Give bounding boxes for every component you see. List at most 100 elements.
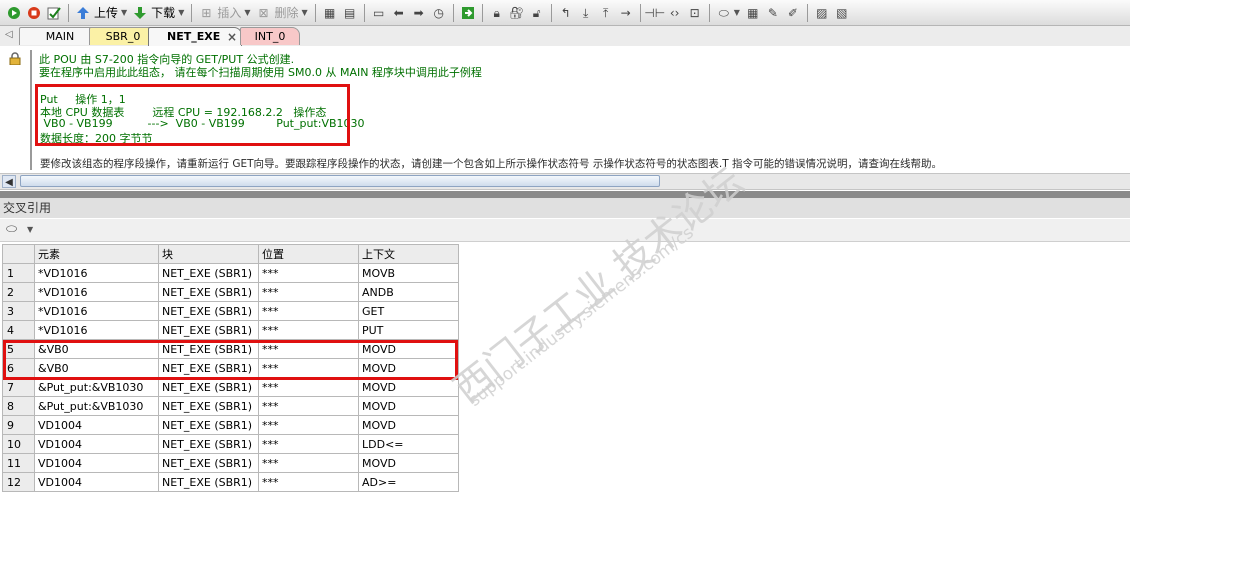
scroll-left-arrow-icon[interactable]: ◀ — [2, 175, 16, 188]
column-header-element[interactable]: 元素 — [34, 244, 159, 264]
row-index[interactable]: 3 — [2, 301, 35, 321]
box-icon[interactable]: ⊡ — [687, 5, 703, 21]
network-edit-icon[interactable]: ▤ — [342, 5, 358, 21]
element-cell[interactable]: *VD1016 — [34, 282, 159, 302]
upload-button[interactable]: 上传 — [94, 4, 118, 21]
location-cell[interactable]: *** — [258, 415, 359, 435]
symbol-table-icon[interactable]: ▦ — [745, 5, 761, 21]
context-cell[interactable]: GET — [358, 301, 459, 321]
comment-dropdown-icon[interactable]: ▼ — [734, 8, 740, 17]
table-row[interactable]: 12 VD1004 NET_EXE (SBR1) *** AD>= — [2, 472, 459, 492]
stop-icon[interactable] — [26, 5, 42, 21]
edit-icon[interactable]: ✎ — [765, 5, 781, 21]
branch-up-icon[interactable]: ↰ — [558, 5, 574, 21]
location-cell[interactable]: *** — [258, 434, 359, 454]
lock-all-icon[interactable]: 🔐︎ — [509, 5, 525, 21]
table-row[interactable]: 7 &Put_put:&VB1030 NET_EXE (SBR1) *** MOVD — [2, 377, 459, 397]
location-cell[interactable]: *** — [258, 377, 359, 397]
block-cell[interactable]: NET_EXE (SBR1) — [158, 396, 259, 416]
element-cell[interactable]: &Put_put:&VB1030 — [34, 396, 159, 416]
contact-icon[interactable]: ⊣⊢ — [644, 5, 665, 21]
editor-horizontal-scrollbar[interactable]: ◀ — [0, 173, 1130, 190]
element-cell[interactable]: *VD1016 — [34, 263, 159, 283]
download-button[interactable]: 下载 — [151, 4, 175, 21]
rectangle-icon[interactable]: ▭ — [371, 5, 387, 21]
block-cell[interactable]: NET_EXE (SBR1) — [158, 320, 259, 340]
block-cell[interactable]: NET_EXE (SBR1) — [158, 377, 259, 397]
element-cell[interactable]: &Put_put:&VB1030 — [34, 377, 159, 397]
unlock-icon[interactable]: 🔓︎ — [529, 5, 545, 21]
block-cell[interactable]: NET_EXE (SBR1) — [158, 263, 259, 283]
row-index[interactable]: 12 — [2, 472, 35, 492]
context-cell[interactable]: MOVD — [358, 415, 459, 435]
tab-scroll-left-icon[interactable]: ◁ — [5, 29, 13, 40]
upload-icon[interactable] — [75, 5, 91, 21]
table-row[interactable]: 1 *VD1016 NET_EXE (SBR1) *** MOVB — [2, 263, 459, 283]
view-dropdown-icon[interactable]: ▼ — [27, 225, 33, 234]
row-index[interactable]: 4 — [2, 320, 35, 340]
branch-down-icon[interactable]: ⤓ — [578, 5, 594, 21]
element-cell[interactable]: VD1004 — [34, 472, 159, 492]
context-cell[interactable]: PUT — [358, 320, 459, 340]
clock-icon[interactable]: ◷ — [431, 5, 447, 21]
context-cell[interactable]: MOVB — [358, 263, 459, 283]
comment-icon[interactable]: ⬭ — [716, 5, 732, 21]
row-index[interactable]: 11 — [2, 453, 35, 473]
pane-splitter[interactable] — [0, 191, 1130, 198]
export-icon[interactable] — [460, 5, 476, 21]
insert-button[interactable]: 插入 — [217, 4, 241, 21]
table-row[interactable]: 9 VD1004 NET_EXE (SBR1) *** MOVD — [2, 415, 459, 435]
coil-icon[interactable]: ‹› — [667, 5, 683, 21]
table-row[interactable]: 4 *VD1016 NET_EXE (SBR1) *** PUT — [2, 320, 459, 340]
row-index[interactable]: 9 — [2, 415, 35, 435]
table-row[interactable]: 3 *VD1016 NET_EXE (SBR1) *** GET — [2, 301, 459, 321]
scroll-thumb[interactable] — [20, 175, 660, 187]
branch-line-icon[interactable]: ⤒ — [598, 5, 614, 21]
table-row[interactable]: 11 VD1004 NET_EXE (SBR1) *** MOVD — [2, 453, 459, 473]
delete-button[interactable]: 删除 — [275, 4, 299, 21]
row-index[interactable]: 1 — [2, 263, 35, 283]
location-cell[interactable]: *** — [258, 453, 359, 473]
location-cell[interactable]: *** — [258, 320, 359, 340]
edit-symbol-icon[interactable]: ✐ — [785, 5, 801, 21]
program-editor[interactable]: 此 POU 由 S7-200 指令向导的 GET/PUT 公式创建. 要在程序中… — [0, 46, 1130, 173]
insert-icon[interactable]: ⊞ — [198, 5, 214, 21]
back-icon[interactable]: ⬅ — [391, 5, 407, 21]
block-cell[interactable]: NET_EXE (SBR1) — [158, 434, 259, 454]
column-header-context[interactable]: 上下文 — [358, 244, 459, 264]
tab-int-0[interactable]: INT_0 — [240, 27, 300, 45]
lock-icon[interactable]: 🔒︎ — [489, 5, 505, 21]
close-icon[interactable]: × — [227, 28, 237, 46]
location-cell[interactable]: *** — [258, 282, 359, 302]
element-cell[interactable]: *VD1016 — [34, 301, 159, 321]
tab-net-exe[interactable]: NET_EXE × — [148, 27, 242, 46]
table-row[interactable]: 2 *VD1016 NET_EXE (SBR1) *** ANDB — [2, 282, 459, 302]
location-cell[interactable]: *** — [258, 301, 359, 321]
element-cell[interactable]: VD1004 — [34, 434, 159, 454]
element-cell[interactable]: VD1004 — [34, 453, 159, 473]
compile-icon[interactable] — [46, 5, 62, 21]
download-dropdown-icon[interactable]: ▼ — [178, 8, 184, 17]
table-row[interactable]: 10 VD1004 NET_EXE (SBR1) *** LDD<= — [2, 434, 459, 454]
block-cell[interactable]: NET_EXE (SBR1) — [158, 282, 259, 302]
row-index[interactable]: 10 — [2, 434, 35, 454]
element-cell[interactable]: *VD1016 — [34, 320, 159, 340]
table-row[interactable]: 8 &Put_put:&VB1030 NET_EXE (SBR1) *** MOVD — [2, 396, 459, 416]
column-header-location[interactable]: 位置 — [258, 244, 359, 264]
network-icon[interactable]: ▦ — [322, 5, 338, 21]
context-cell[interactable]: AD>= — [358, 472, 459, 492]
block-cell[interactable]: NET_EXE (SBR1) — [158, 472, 259, 492]
delete-icon[interactable]: ⊠ — [256, 5, 272, 21]
run-icon[interactable] — [6, 5, 22, 21]
row-index[interactable]: 7 — [2, 377, 35, 397]
tab-sbr-0[interactable]: SBR_0 — [89, 27, 157, 45]
insert-dropdown-icon[interactable]: ▼ — [244, 8, 250, 17]
column-header-index[interactable] — [2, 244, 35, 264]
block-cell[interactable]: NET_EXE (SBR1) — [158, 415, 259, 435]
location-cell[interactable]: *** — [258, 396, 359, 416]
context-cell[interactable]: MOVD — [358, 396, 459, 416]
options-icon[interactable]: ▧ — [834, 5, 850, 21]
row-index[interactable]: 2 — [2, 282, 35, 302]
context-cell[interactable]: ANDB — [358, 282, 459, 302]
delete-dropdown-icon[interactable]: ▼ — [302, 8, 308, 17]
